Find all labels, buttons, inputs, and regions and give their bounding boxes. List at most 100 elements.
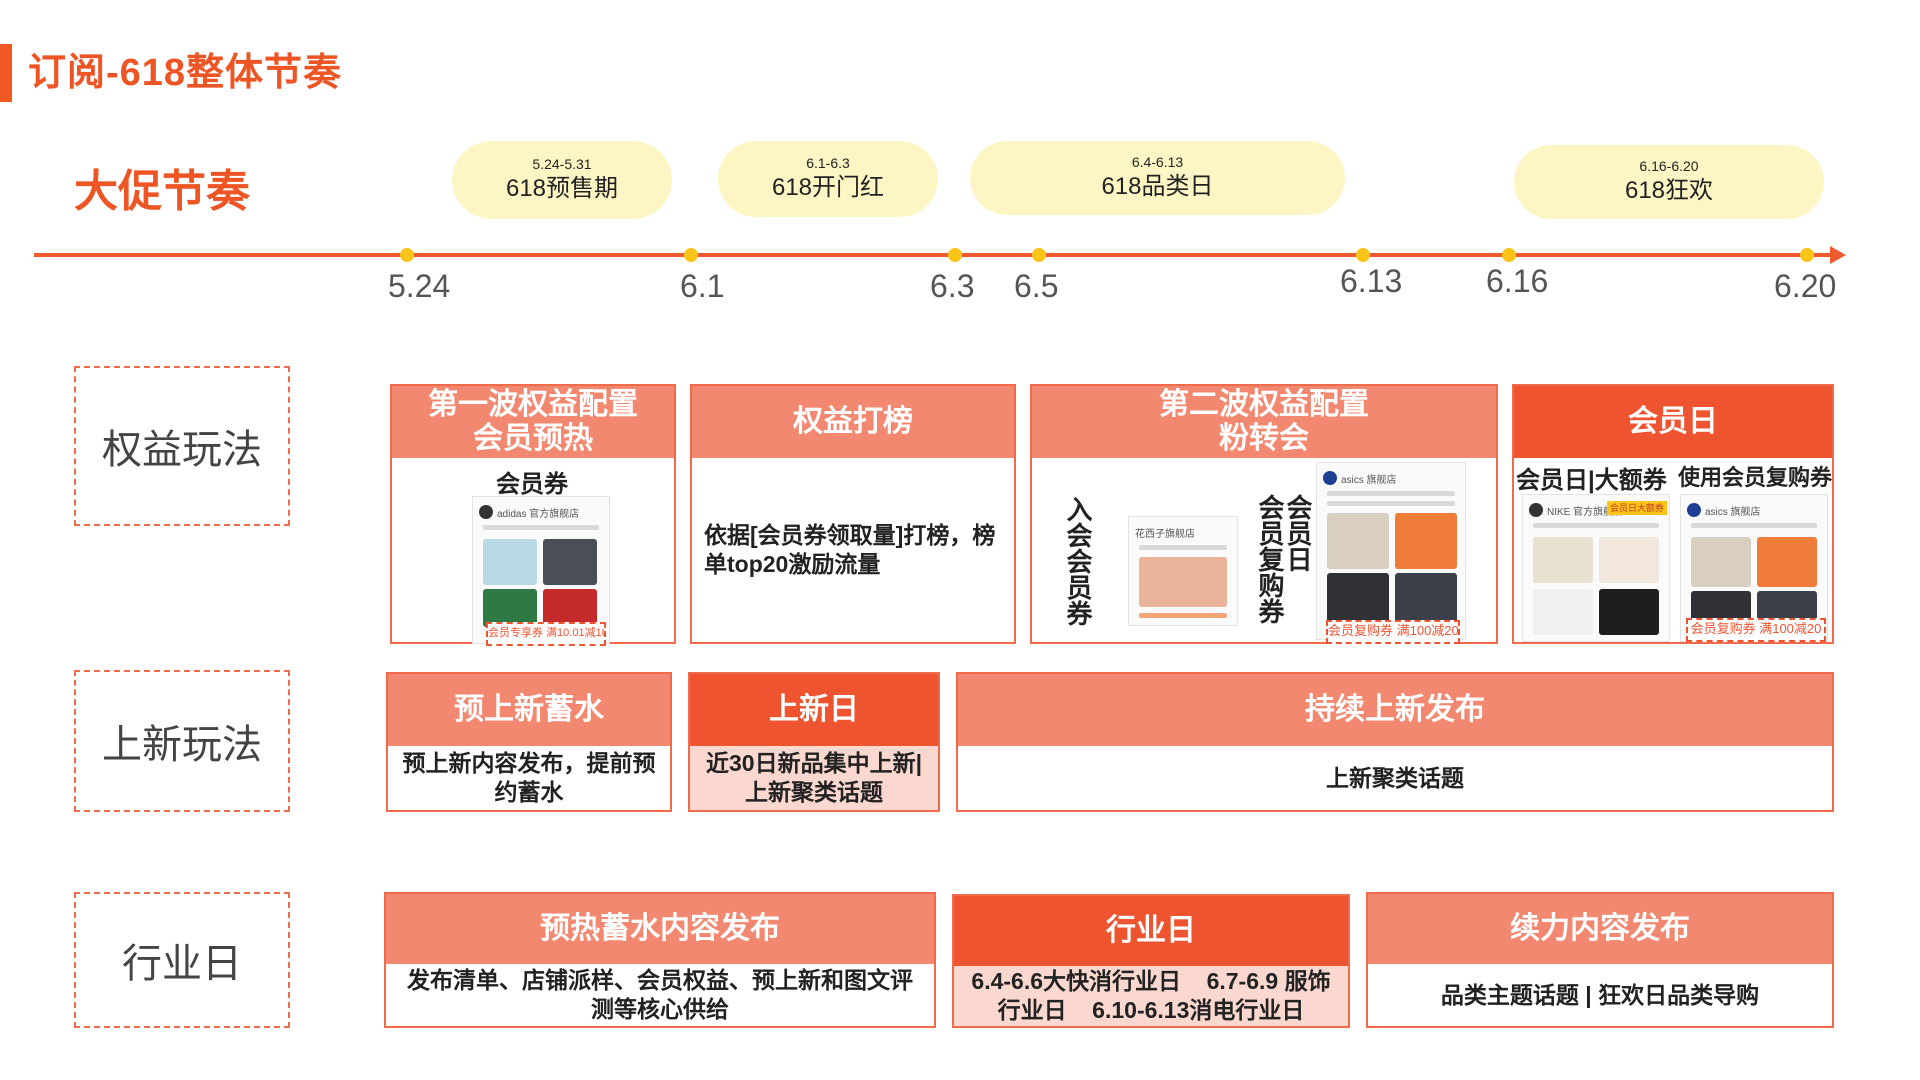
card-header: 第一波权益配置 会员预热	[392, 386, 674, 458]
timeline-dot	[1032, 248, 1046, 262]
product-image	[1599, 589, 1659, 635]
product-image	[1691, 537, 1751, 587]
timeline-axis	[34, 253, 1834, 257]
industry-card-industry-day: 行业日 6.4-6.6大快消行业日 6.7-6.9 服饰 行业日 6.10-6.…	[952, 894, 1350, 1028]
card-header: 第二波权益配置 粉转会	[1032, 386, 1496, 458]
phase-presale: 5.24-5.31 618预售期	[452, 141, 672, 219]
phase-name: 618预售期	[505, 175, 619, 202]
text-placeholder	[1327, 491, 1455, 496]
card-header: 预热蓄水内容发布	[386, 894, 934, 964]
industry-card-warmup: 预热蓄水内容发布 发布清单、店铺派样、会员权益、预上新和图文评测等核心供给	[384, 892, 936, 1028]
phone-screenshot: NIKE 官方旗舰店 会员日大额券	[1522, 494, 1670, 642]
product-image	[1533, 537, 1593, 583]
product-image	[1757, 591, 1817, 621]
phone-screenshot: 花西子旗舰店	[1128, 516, 1238, 626]
benefit-card-second-wave: 第二波权益配置 粉转会 入会会员券 花西子旗舰店 会员复购券 会员日 asics…	[1030, 384, 1498, 644]
text-placeholder	[1691, 523, 1817, 528]
use-repurchase-coupon-label: 使用会员复购券	[1678, 465, 1833, 490]
benefit-card-ranking: 权益打榜 依据[会员券领取量]打榜，榜单top20激励流量	[690, 384, 1016, 644]
text-placeholder	[1139, 613, 1227, 618]
timeline-tick: 6.16	[1486, 263, 1549, 299]
card-body: 发布清单、店铺派样、会员权益、预上新和图文评测等核心供给	[407, 967, 913, 1022]
card-header-line: 粉转会	[1219, 422, 1309, 455]
industry-card-continuation: 续力内容发布 品类主题话题 | 狂欢日品类导购	[1366, 892, 1834, 1028]
card-header: 行业日	[954, 896, 1348, 966]
card-header: 权益打榜	[692, 386, 1014, 458]
member-coupon-label: 会员券	[496, 471, 568, 498]
phase-carnival: 6.16-6.20 618狂欢	[1514, 145, 1824, 219]
phase-range: 6.4-6.13	[1131, 154, 1184, 170]
row-label-launch: 上新玩法	[74, 670, 290, 812]
benefit-card-first-wave: 第一波权益配置 会员预热 会员券 adidas 官方旗舰店 会员专享券 满10.…	[390, 384, 676, 646]
card-body-line: 上新聚类话题	[745, 779, 883, 805]
card-header-line: 会员预热	[473, 422, 593, 455]
phase-name: 618品类日	[1101, 173, 1214, 200]
card-body: 依据[会员券领取量]打榜，榜单top20激励流量	[704, 522, 996, 577]
promo-rhythm-label: 大促节奏	[74, 167, 250, 216]
phase-range: 5.24-5.31	[532, 156, 592, 172]
product-image	[1139, 557, 1227, 607]
shop-name: asics 旗舰店	[1341, 474, 1397, 486]
product-image	[1327, 513, 1389, 569]
launch-card-new-day: 上新日 近30日新品集中上新| 上新聚类话题	[688, 672, 940, 812]
launch-card-pre-launch: 预上新蓄水 预上新内容发布，提前预约蓄水	[386, 672, 672, 812]
phase-range: 6.1-6.3	[806, 155, 850, 171]
card-header: 预上新蓄水	[388, 674, 670, 746]
card-header: 续力内容发布	[1368, 894, 1832, 964]
phase-category-day: 6.4-6.13 618品类日	[970, 141, 1345, 215]
timeline-tick: 6.13	[1340, 263, 1403, 299]
product-image	[483, 539, 537, 585]
product-image	[1599, 537, 1659, 583]
product-image	[1395, 573, 1457, 623]
timeline-dot	[1502, 248, 1516, 262]
timeline-dot	[1356, 248, 1370, 262]
timeline-tick: 5.24	[388, 268, 451, 304]
phase-range: 6.16-6.20	[1639, 158, 1699, 174]
card-header-line: 第一波权益配置	[428, 388, 638, 421]
product-image	[1395, 513, 1457, 569]
card-body-line: 近30日新品集中上新|	[705, 750, 923, 776]
text-placeholder	[1327, 501, 1455, 506]
coupon-tag: 会员复购券 满100减20	[1686, 618, 1826, 642]
phase-name: 618狂欢	[1624, 177, 1714, 204]
member-day-label: 会员日	[1283, 494, 1313, 572]
card-body-line: 6.4-6.6大快消行业日 6.7-6.9 服饰	[971, 968, 1331, 994]
card-header: 上新日	[690, 674, 938, 746]
card-header: 会员日	[1514, 386, 1832, 458]
text-placeholder	[483, 525, 599, 530]
row-label-industry: 行业日	[74, 892, 290, 1028]
launch-card-continuous: 持续上新发布 上新聚类话题	[956, 672, 1834, 812]
text-placeholder	[1139, 545, 1227, 550]
benefit-card-member-day: 会员日 会员日|大额券 使用会员复购券 NIKE 官方旗舰店 会员日大额券 as…	[1512, 384, 1834, 644]
join-member-coupon-label: 入会会员券	[1063, 496, 1093, 626]
product-image	[1327, 573, 1389, 623]
card-body: 预上新内容发布，提前预约蓄水	[402, 750, 656, 805]
timeline-tick: 6.5	[1014, 268, 1059, 304]
coupon-tag: 会员专享券 满10.01减10	[486, 622, 606, 646]
big-coupon-badge: 会员日大额券	[1607, 501, 1667, 515]
card-body-line: 行业日 6.10-6.13消电行业日	[997, 997, 1305, 1023]
shop-logo-icon	[1687, 503, 1701, 517]
timeline-dot	[400, 248, 414, 262]
card-body: 近30日新品集中上新| 上新聚类话题	[690, 746, 938, 810]
shop-logo-icon	[479, 505, 493, 519]
card-body: 品类主题话题 | 狂欢日品类导购	[1440, 981, 1760, 1008]
page-title: 订阅-618整体节奏	[28, 52, 343, 94]
card-header: 持续上新发布	[958, 674, 1832, 746]
product-image	[543, 539, 597, 585]
phase-name: 618开门红	[771, 174, 885, 201]
timeline-tick: 6.3	[930, 268, 975, 304]
card-body: 6.4-6.6大快消行业日 6.7-6.9 服饰 行业日 6.10-6.13消电…	[954, 966, 1348, 1026]
coupon-tag: 会员复购券 满100减20	[1326, 620, 1460, 644]
product-image	[1691, 591, 1751, 621]
title-accent-bar	[0, 44, 12, 102]
shop-logo-icon	[1529, 503, 1543, 517]
phone-screenshot: asics 旗舰店	[1316, 462, 1466, 640]
row-label-benefits: 权益玩法	[74, 366, 290, 526]
member-day-big-coupon-label: 会员日|大额券	[1516, 467, 1667, 494]
timeline-arrow-icon	[1830, 246, 1846, 264]
timeline-dot	[948, 248, 962, 262]
shop-name: asics 旗舰店	[1705, 506, 1761, 518]
timeline-dot	[684, 248, 698, 262]
card-header-line: 第二波权益配置	[1159, 388, 1369, 421]
